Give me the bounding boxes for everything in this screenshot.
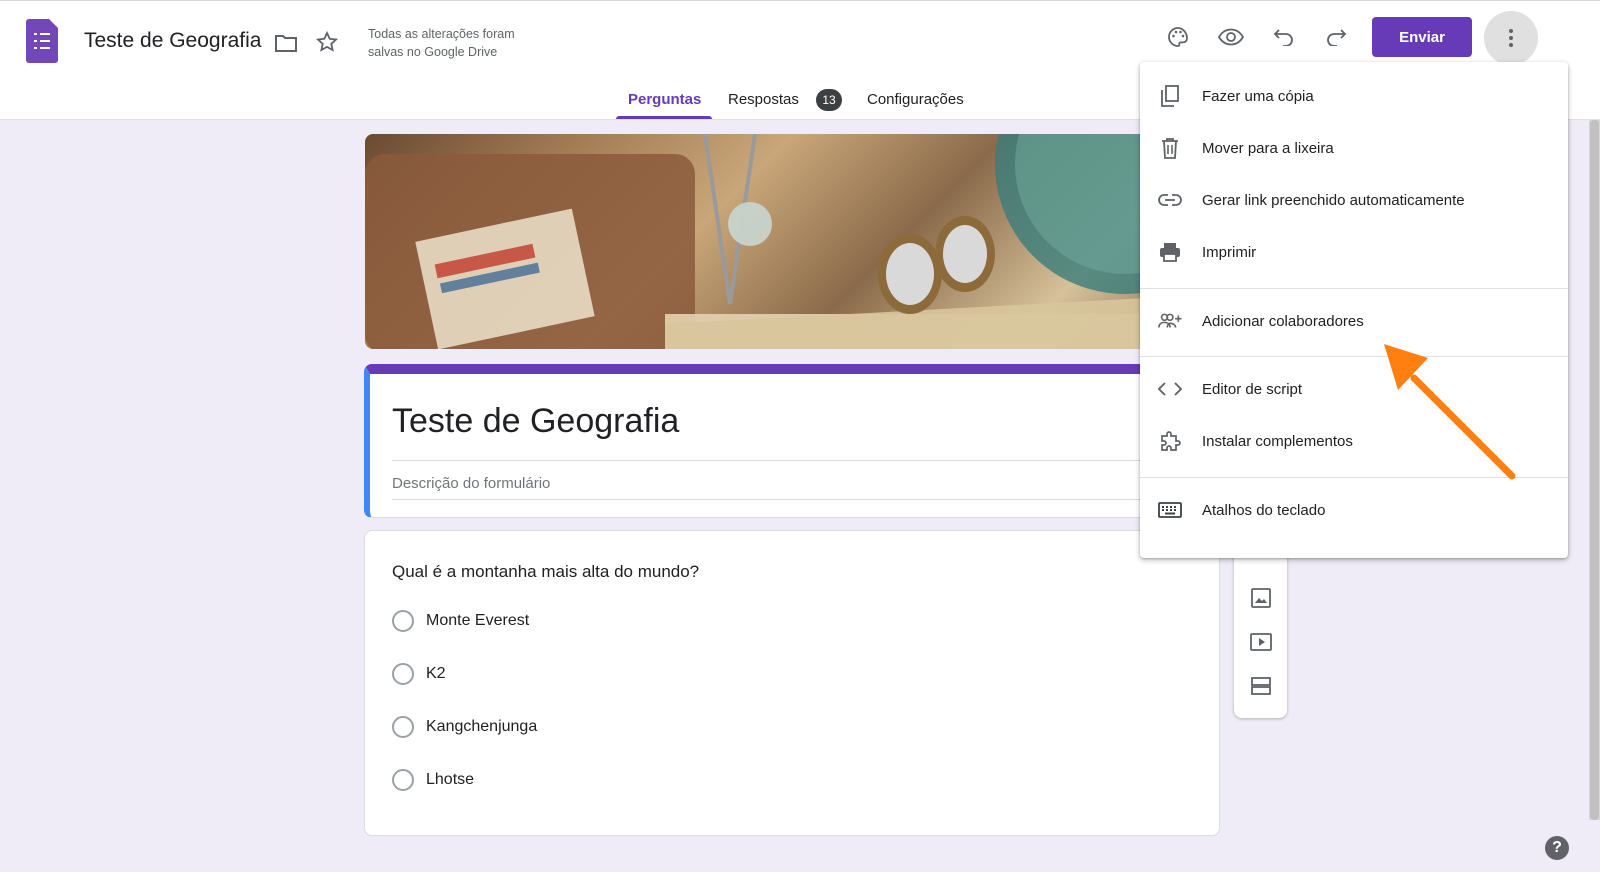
menu-item-label: Instalar complementos — [1202, 432, 1353, 450]
menu-item-label: Mover para a lixeira — [1202, 139, 1334, 157]
keyboard-icon — [1158, 498, 1182, 522]
menu-item-label: Adicionar colaboradores — [1202, 312, 1364, 330]
form-title-card: Teste de Geografia Descrição do formulár… — [364, 364, 1221, 518]
code-icon — [1158, 377, 1182, 401]
add-section-icon[interactable] — [1249, 674, 1273, 698]
more-vert-icon — [1509, 29, 1513, 47]
print-icon — [1158, 240, 1182, 264]
document-title[interactable]: Teste de Geografia — [84, 29, 261, 53]
option-monte-everest[interactable]: Monte Everest — [392, 609, 529, 633]
more-options-menu: Fazer uma cópia Mover para a lixeira Ger… — [1140, 62, 1568, 558]
menu-item-label: Editor de script — [1202, 380, 1303, 398]
menu-item-imprimir[interactable]: Imprimir — [1140, 226, 1568, 278]
menu-item-label: Fazer uma cópia — [1202, 87, 1314, 105]
menu-divider — [1140, 288, 1568, 289]
menu-divider — [1140, 477, 1568, 478]
add-video-icon[interactable] — [1249, 630, 1273, 654]
radio-icon[interactable] — [392, 769, 414, 791]
undo-icon[interactable] — [1270, 23, 1298, 51]
tab-perguntas[interactable]: Perguntas — [628, 91, 701, 108]
menu-item-mover-lixeira[interactable]: Mover para a lixeira — [1140, 122, 1568, 174]
tab-configuracoes[interactable]: Configurações — [867, 91, 964, 108]
question-card[interactable]: Qual é a montanha mais alta do mundo? Mo… — [364, 530, 1220, 836]
form-description-field[interactable]: Descrição do formulário — [392, 475, 550, 492]
forms-app-icon[interactable] — [26, 19, 58, 63]
add-people-icon — [1158, 309, 1182, 333]
save-status-line-1: Todas as alterações foram — [368, 27, 515, 41]
menu-item-label: Atalhos do teclado — [1202, 501, 1326, 519]
description-underline — [392, 499, 1200, 500]
folder-icon[interactable] — [272, 29, 300, 57]
menu-item-instalar-complementos[interactable]: Instalar complementos — [1140, 415, 1568, 467]
puzzle-icon — [1158, 429, 1182, 453]
question-title: Qual é a montanha mais alta do mundo? — [392, 562, 700, 581]
trash-icon — [1158, 136, 1182, 160]
palette-icon[interactable] — [1164, 23, 1192, 51]
save-status-line-2: salvas no Google Drive — [368, 45, 498, 59]
responses-count-badge: 13 — [816, 89, 842, 111]
menu-item-gerar-link[interactable]: Gerar link preenchido automaticamente — [1140, 174, 1568, 226]
scrollbar-thumb[interactable] — [1590, 120, 1599, 820]
option-label: Lhotse — [426, 771, 475, 788]
option-label: Kangchenjunga — [426, 718, 538, 735]
send-button[interactable]: Enviar — [1372, 17, 1472, 57]
menu-item-label: Gerar link preenchido automaticamente — [1202, 191, 1465, 209]
option-kangchenjunga[interactable]: Kangchenjunga — [392, 715, 537, 739]
copy-icon — [1158, 84, 1182, 108]
menu-item-fazer-copia[interactable]: Fazer uma cópia — [1140, 70, 1568, 122]
star-icon[interactable] — [313, 28, 341, 56]
title-divider — [392, 460, 1200, 461]
eye-icon[interactable] — [1216, 23, 1246, 51]
active-tab-indicator — [616, 116, 712, 119]
option-lhotse[interactable]: Lhotse — [392, 768, 474, 792]
form-header-image — [365, 134, 1221, 349]
radio-icon[interactable] — [392, 610, 414, 632]
radio-icon[interactable] — [392, 663, 414, 685]
option-k2[interactable]: K2 — [392, 662, 446, 686]
tab-respostas[interactable]: Respostas — [728, 91, 799, 108]
menu-item-label: Imprimir — [1202, 243, 1257, 261]
redo-icon[interactable] — [1322, 23, 1350, 51]
form-title[interactable]: Teste de Geografia — [392, 402, 679, 441]
question-side-toolbar — [1234, 530, 1287, 718]
link-icon — [1158, 188, 1182, 212]
option-label: Monte Everest — [426, 612, 530, 629]
help-icon[interactable]: ? — [1545, 836, 1569, 860]
menu-divider — [1140, 356, 1568, 357]
add-image-icon[interactable] — [1249, 586, 1273, 610]
menu-item-editor-script[interactable]: Editor de script — [1140, 363, 1568, 415]
radio-icon[interactable] — [392, 716, 414, 738]
menu-item-atalhos-teclado[interactable]: Atalhos do teclado — [1140, 484, 1568, 536]
option-label: K2 — [426, 665, 446, 682]
more-options-button[interactable] — [1484, 11, 1538, 65]
save-status: Todas as alterações foram salvas no Goog… — [368, 25, 568, 61]
menu-item-adicionar-colaboradores[interactable]: Adicionar colaboradores — [1140, 295, 1568, 347]
